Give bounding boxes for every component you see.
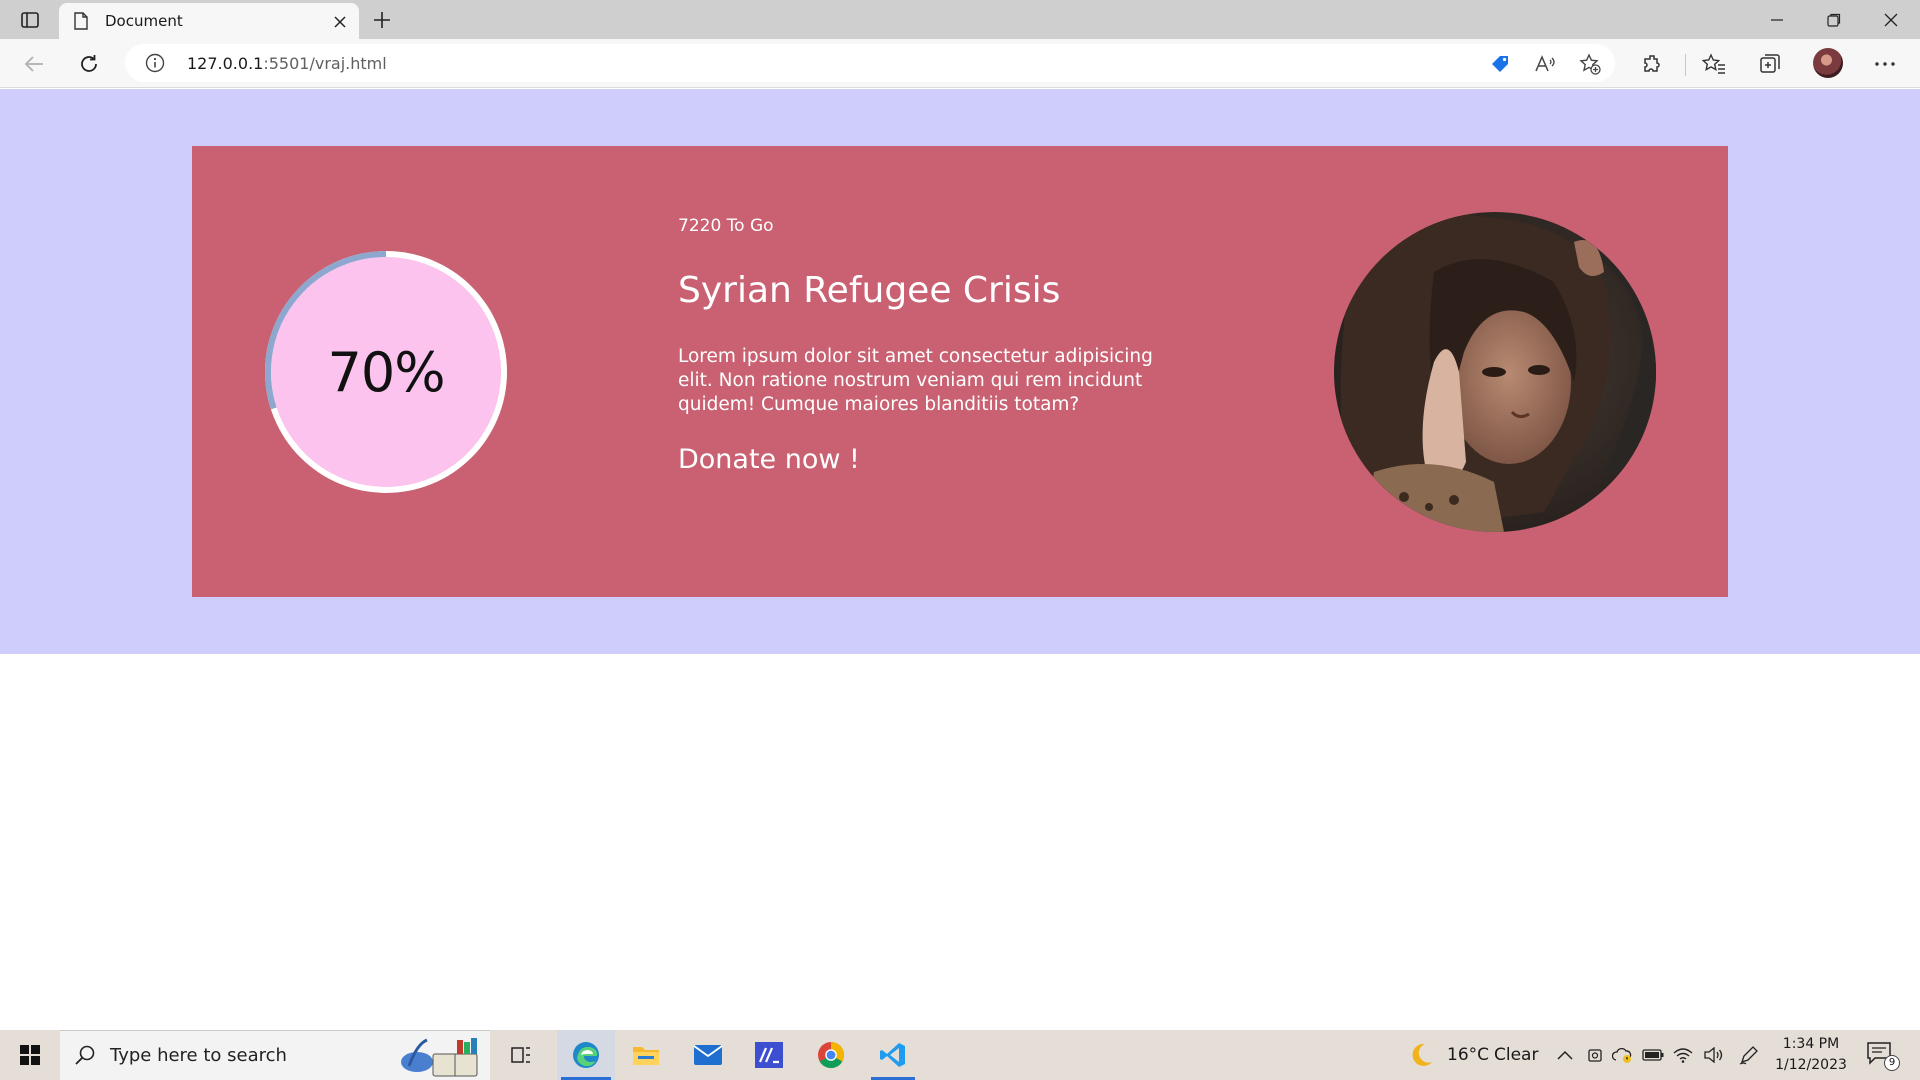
refugee-child-photo [1334, 212, 1656, 532]
amount-to-go: 7220 To Go [678, 216, 774, 236]
restore-icon[interactable] [1806, 0, 1862, 39]
mail-icon[interactable] [682, 1030, 734, 1080]
moon-weather-icon[interactable] [1407, 1041, 1435, 1073]
close-window-icon[interactable] [1863, 0, 1919, 39]
task-view-icon[interactable] [495, 1030, 547, 1080]
onedrive-warning-icon[interactable] [1612, 1044, 1634, 1066]
hero-section: 70% 7220 To Go Syrian Refugee Crisis Lor… [0, 89, 1920, 654]
url-path: :5501/vraj.html [263, 54, 387, 73]
windows-taskbar: Type here to search 16°C Clear 1:34 PM 1… [0, 1030, 1920, 1080]
notification-count-badge: 9 [1884, 1055, 1900, 1071]
powershell-app-icon[interactable] [743, 1030, 795, 1080]
favorites-icon[interactable] [1697, 47, 1731, 81]
add-favorite-icon[interactable] [1577, 51, 1603, 77]
toolbar-separator [1685, 54, 1686, 76]
campaign-title: Syrian Refugee Crisis [678, 270, 1061, 311]
weather-temperature[interactable]: 16°C [1447, 1045, 1489, 1065]
chrome-icon[interactable] [805, 1030, 857, 1080]
back-arrow-icon[interactable] [17, 47, 51, 81]
address-bar[interactable]: 127.0.0.1:5501/vraj.html [125, 44, 1615, 82]
pen-workspace-icon[interactable] [1738, 1044, 1760, 1066]
file-explorer-icon[interactable] [620, 1030, 672, 1080]
taskbar-search-box[interactable]: Type here to search [60, 1030, 490, 1080]
browser-tab-bar: Document [0, 0, 1920, 39]
campaign-card: 70% 7220 To Go Syrian Refugee Crisis Lor… [192, 146, 1728, 597]
profile-avatar[interactable] [1813, 48, 1843, 78]
notification-center-icon[interactable]: 9 [1866, 1041, 1900, 1071]
volume-icon[interactable] [1702, 1044, 1724, 1066]
vscode-icon[interactable] [867, 1030, 919, 1080]
search-icon [74, 1044, 96, 1070]
address-url: 127.0.0.1:5501/vraj.html [187, 54, 387, 73]
page-viewport: 70% 7220 To Go Syrian Refugee Crisis Lor… [0, 89, 1920, 1030]
minimize-icon[interactable] [1749, 0, 1805, 39]
edge-taskbar-icon[interactable] [557, 1030, 615, 1080]
site-info-icon[interactable] [145, 53, 165, 77]
shopping-tag-icon[interactable] [1487, 51, 1513, 77]
url-host: 127.0.0.1 [187, 54, 264, 73]
weather-condition[interactable]: Clear [1494, 1045, 1538, 1065]
donate-now-link[interactable]: Donate now ! [678, 444, 860, 475]
new-tab-icon[interactable] [368, 6, 396, 34]
campaign-description: Lorem ipsum dolor sit amet consectetur a… [678, 346, 1153, 415]
windows-start-icon[interactable] [8, 1030, 52, 1080]
read-aloud-icon[interactable] [1532, 51, 1558, 77]
search-placeholder: Type here to search [110, 1045, 287, 1066]
clock-time[interactable]: 1:34 PM [1770, 1036, 1852, 1052]
tab-title: Document [105, 12, 183, 30]
refresh-icon[interactable] [72, 47, 106, 81]
more-options-icon[interactable] [1868, 47, 1902, 81]
collections-icon[interactable] [1753, 47, 1787, 81]
meet-now-icon[interactable] [1584, 1044, 1606, 1066]
search-highlight-illustration-icon [401, 1038, 478, 1077]
browser-toolbar: 127.0.0.1:5501/vraj.html [0, 39, 1920, 88]
progress-percentage: 70% [327, 340, 445, 404]
battery-icon[interactable] [1642, 1044, 1664, 1066]
close-tab-icon[interactable] [329, 11, 351, 33]
extensions-icon[interactable] [1636, 47, 1670, 81]
clock-date[interactable]: 1/12/2023 [1770, 1057, 1852, 1073]
browser-tab[interactable]: Document [59, 3, 359, 39]
wifi-icon[interactable] [1672, 1044, 1694, 1066]
tab-actions-menu-icon[interactable] [14, 8, 46, 32]
page-icon [74, 12, 88, 34]
chevron-up-icon[interactable] [1554, 1044, 1576, 1066]
